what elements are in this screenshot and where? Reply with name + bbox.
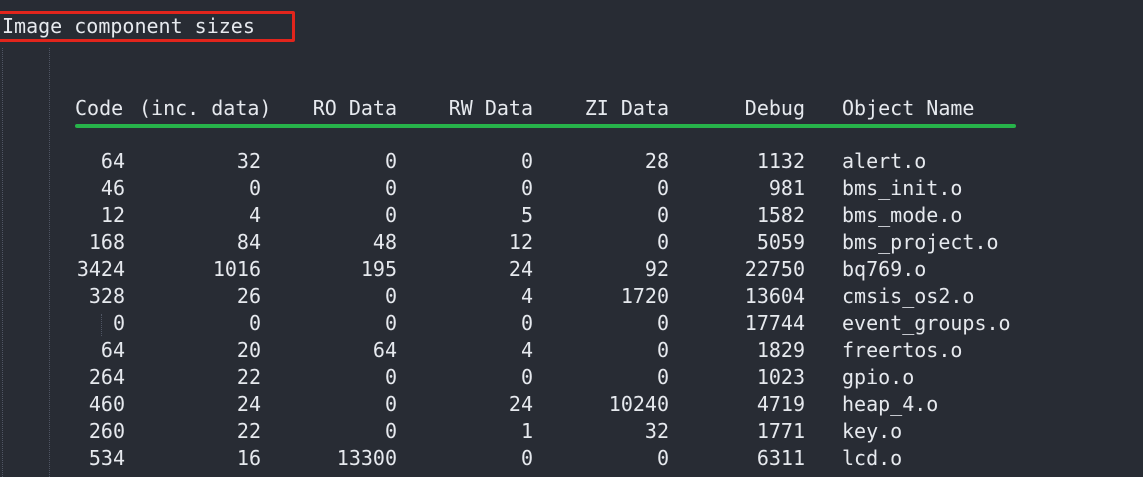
cell-debug: 22750 <box>744 257 805 281</box>
cell-ro-data: 48 <box>372 230 397 254</box>
cell-zi-data: 0 <box>656 338 669 362</box>
cell-code: 168 <box>88 230 125 254</box>
cell-ro-data: 0 <box>384 203 397 227</box>
cell-ro-data: 0 <box>384 392 397 416</box>
cell-inc-data: 84 <box>236 230 261 254</box>
cell-inc-data: 22 <box>236 419 261 443</box>
cell-code: 0 <box>112 311 125 335</box>
cell-code: 328 <box>88 284 125 308</box>
cell-rw-data: 4 <box>520 284 533 308</box>
cell-inc-data: 26 <box>236 284 261 308</box>
cell-debug: 5059 <box>756 230 805 254</box>
cell-object-name: bms_project.o <box>842 230 999 254</box>
cell-debug: 1771 <box>756 419 805 443</box>
cell-ro-data: 13300 <box>336 446 397 470</box>
cell-zi-data: 28 <box>644 149 669 173</box>
cell-ro-data: 0 <box>384 284 397 308</box>
cell-code: 3424 <box>76 257 125 281</box>
cell-ro-data: 0 <box>384 365 397 389</box>
cell-rw-data: 0 <box>520 365 533 389</box>
header-zi-data: ZI Data <box>584 96 669 120</box>
header-code: Code <box>75 96 124 120</box>
cell-inc-data: 24 <box>236 392 261 416</box>
cell-rw-data: 1 <box>520 419 533 443</box>
cell-debug: 1023 <box>756 365 805 389</box>
cell-zi-data: 0 <box>656 230 669 254</box>
cell-debug: 17744 <box>744 311 805 335</box>
cell-rw-data: 0 <box>520 311 533 335</box>
cell-zi-data: 92 <box>644 257 669 281</box>
cell-code: 64 <box>100 149 125 173</box>
cell-code: 46 <box>100 176 125 200</box>
cell-zi-data: 0 <box>656 176 669 200</box>
cell-inc-data: 22 <box>236 365 261 389</box>
cell-inc-data: 16 <box>236 446 261 470</box>
cell-object-name: key.o <box>842 419 903 443</box>
cell-ro-data: 64 <box>372 338 397 362</box>
cell-inc-data: 0 <box>248 311 261 335</box>
section-title: Image component sizes <box>2 14 255 38</box>
cell-debug: 6311 <box>756 446 805 470</box>
cell-rw-data: 4 <box>520 338 533 362</box>
cell-inc-data: 0 <box>248 176 261 200</box>
cell-inc-data: 20 <box>236 338 261 362</box>
cell-object-name: event_groups.o <box>842 311 1011 335</box>
cell-object-name: bms_init.o <box>842 176 963 200</box>
cell-zi-data: 0 <box>656 203 669 227</box>
cell-object-name: heap_4.o <box>842 392 939 416</box>
cell-object-name: cmsis_os2.o <box>842 284 975 308</box>
cell-ro-data: 0 <box>384 311 397 335</box>
header-ro-data: RO Data <box>312 96 397 120</box>
cell-ro-data: 0 <box>384 419 397 443</box>
cell-zi-data: 1720 <box>620 284 669 308</box>
header-rw-data: RW Data <box>448 96 533 120</box>
header-inc-data: (inc. data) <box>139 96 272 120</box>
cell-ro-data: 0 <box>384 176 397 200</box>
cell-rw-data: 24 <box>508 392 533 416</box>
cell-debug: 1582 <box>756 203 805 227</box>
cell-object-name: bms_mode.o <box>842 203 963 227</box>
cell-rw-data: 0 <box>520 446 533 470</box>
cell-code: 260 <box>88 419 125 443</box>
cell-zi-data: 0 <box>656 446 669 470</box>
cell-zi-data: 10240 <box>608 392 669 416</box>
cell-code: 12 <box>100 203 125 227</box>
cell-debug: 1132 <box>756 149 805 173</box>
cell-ro-data: 195 <box>360 257 397 281</box>
cell-ro-data: 0 <box>384 149 397 173</box>
cell-inc-data: 4 <box>248 203 261 227</box>
cell-object-name: alert.o <box>842 149 927 173</box>
header-debug: Debug <box>744 96 805 120</box>
cell-zi-data: 0 <box>656 365 669 389</box>
header-underline <box>75 124 1016 128</box>
cell-inc-data: 32 <box>236 149 261 173</box>
cell-code: 64 <box>100 338 125 362</box>
header-object-name: Object Name <box>842 96 975 120</box>
cell-code: 460 <box>88 392 125 416</box>
cell-rw-data: 0 <box>520 149 533 173</box>
cell-debug: 4719 <box>756 392 805 416</box>
cell-debug: 981 <box>768 176 805 200</box>
cell-object-name: bq769.o <box>842 257 927 281</box>
cell-zi-data: 0 <box>656 311 669 335</box>
cell-rw-data: 24 <box>508 257 533 281</box>
cell-zi-data: 32 <box>644 419 669 443</box>
cell-rw-data: 12 <box>508 230 533 254</box>
cell-object-name: lcd.o <box>842 446 903 470</box>
cell-inc-data: 1016 <box>212 257 261 281</box>
cell-object-name: gpio.o <box>842 365 915 389</box>
cell-rw-data: 5 <box>520 203 533 227</box>
cell-debug: 1829 <box>756 338 805 362</box>
indent-guide <box>2 48 3 477</box>
cell-rw-data: 0 <box>520 176 533 200</box>
cell-code: 264 <box>88 365 125 389</box>
cell-code: 534 <box>88 446 125 470</box>
cell-object-name: freertos.o <box>842 338 963 362</box>
cell-debug: 13604 <box>744 284 805 308</box>
